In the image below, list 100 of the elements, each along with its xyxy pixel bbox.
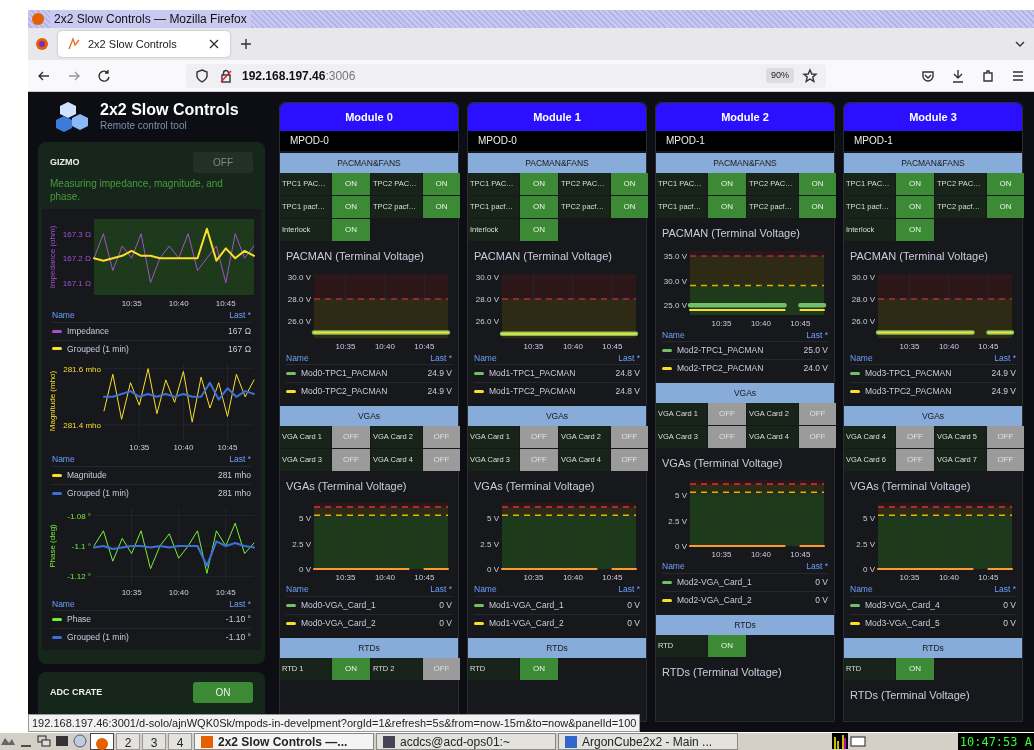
supply-label: MPOD-0 <box>280 131 458 151</box>
app-title: 2x2 Slow Controls <box>100 100 239 119</box>
supply-label: MPOD-1 <box>656 131 834 151</box>
axis-label: 30.0 V <box>851 272 875 282</box>
axis-label: 10:35 <box>711 550 732 560</box>
legend-value: 24.9 V <box>991 367 1016 380</box>
axis-label: 25.0 V <box>663 300 687 310</box>
axis-label: 10:40 <box>562 573 583 583</box>
section-header: PACMAN&FANS <box>844 153 1022 173</box>
section-header: RTDs <box>844 637 1022 658</box>
axis-label: 10:40 <box>168 299 189 308</box>
panel-title: PACMAN (Terminal Voltage) <box>285 249 425 264</box>
axis-label: -1.08 ° <box>67 511 91 521</box>
axis-label: 28.0 V <box>851 294 875 304</box>
module-header: Module 0 <box>280 103 458 131</box>
axis-label: 10:45 <box>790 318 811 328</box>
axis-label: 10:35 <box>899 573 920 583</box>
axis-label: 26.0 V <box>287 316 311 326</box>
axis-label: 10:45 <box>414 341 435 351</box>
legend-value: -1.10 ° <box>225 613 251 626</box>
legend-value: 24.8 V <box>615 385 640 398</box>
card-description: Measuring impedance, magnitude, and phase. <box>49 177 224 204</box>
legend-value: 25.0 V <box>803 344 828 357</box>
supply-label: MPOD-1 <box>844 131 1022 151</box>
axis-label: -1.1 ° <box>71 541 91 551</box>
axis-label: 30.0 V <box>287 272 311 282</box>
panel-title: VGAs (Terminal Voltage) <box>285 478 408 494</box>
axis-label: 10:40 <box>562 341 583 351</box>
legend-value: 0 V <box>815 593 828 607</box>
axis-label: 281.6 mho <box>63 364 101 374</box>
legend-value: 24.0 V <box>803 362 828 375</box>
url-text: 192.168.197.46:3006 <box>242 67 356 85</box>
clock: 10:47:53 A <box>957 733 1034 750</box>
axis-label: 10:40 <box>173 443 194 453</box>
axis-label: 10:35 <box>899 341 920 351</box>
legend-value: 0 V <box>815 576 828 589</box>
axis-label: 2.5 V <box>856 539 875 549</box>
axis-label: 10:40 <box>938 341 959 351</box>
card-title: ADC CRATE <box>50 685 103 699</box>
axis-label: 26.0 V <box>851 316 875 326</box>
panel-title: VGAs (Terminal Voltage) <box>849 478 972 494</box>
axis-label: 10:40 <box>938 573 959 583</box>
axis-label: 5 V <box>863 514 875 524</box>
legend-value: 0 V <box>439 616 452 630</box>
axis-label: 30.0 V <box>663 276 687 286</box>
legend-value: 24.9 V <box>991 385 1016 398</box>
axis-label: 10:45 <box>978 341 999 351</box>
section-header: VGAs <box>844 405 1022 426</box>
section-header: PACMAN&FANS <box>468 153 646 173</box>
panel-title: VGAs (Terminal Voltage) <box>473 478 596 494</box>
panel-title: PACMAN (Terminal Voltage) <box>473 249 613 264</box>
axis-label: 10:35 <box>121 299 142 308</box>
axis-label: 10:45 <box>215 587 236 597</box>
axis-label: 10:35 <box>121 587 142 597</box>
axis-label: 10:40 <box>168 587 189 597</box>
section-header: RTDs <box>468 637 646 658</box>
section-header: RTDs <box>280 637 458 658</box>
axis-label: 10:40 <box>750 318 771 328</box>
axis-label: 167.2 Ω <box>62 254 91 264</box>
axis-label: 167.3 Ω <box>62 229 91 239</box>
axis-label: 35.0 V <box>663 251 687 261</box>
axis-label: 0 V <box>487 565 499 575</box>
legend-value: 167 Ω <box>228 342 251 356</box>
panel-title: VGAs (Terminal Voltage) <box>661 455 784 471</box>
card-title: GIZMO <box>50 155 80 169</box>
axis-label: 10:40 <box>374 573 395 583</box>
panel-title: RTDs (Terminal Voltage) <box>661 664 783 680</box>
axis-label: 167.1 Ω <box>62 278 91 288</box>
legend-value: 24.9 V <box>427 367 452 380</box>
axis-label: 10:40 <box>374 341 395 351</box>
section-header: PACMAN&FANS <box>656 153 834 173</box>
axis-label: 0 V <box>863 565 875 575</box>
axis-label: 10:35 <box>711 318 732 328</box>
section-header: VGAs <box>280 405 458 426</box>
legend-value: -1.10 ° <box>225 631 251 644</box>
legend-value: 281 mho <box>217 486 251 500</box>
axis-label: 28.0 V <box>475 294 499 304</box>
axis-label: 10:45 <box>215 299 236 308</box>
legend-value: 281 mho <box>217 469 251 482</box>
axis-label: 0 V <box>299 565 311 575</box>
axis-label: 10:35 <box>129 443 150 453</box>
axis-label: -1.12 ° <box>67 571 91 581</box>
axis-label: 10:45 <box>978 573 999 583</box>
legend-value: 0 V <box>1003 616 1016 630</box>
panel-title: PACMAN (Terminal Voltage) <box>849 249 989 264</box>
module-header: Module 1 <box>468 103 646 131</box>
axis-label: 2.5 V <box>668 516 687 526</box>
axis-label: 5 V <box>487 514 499 524</box>
axis-title: Magnitude (mho) <box>48 371 57 432</box>
axis-label: 2.5 V <box>292 539 311 549</box>
axis-label: 5 V <box>675 491 687 501</box>
axis-label: 2.5 V <box>480 539 499 549</box>
axis-label: 281.4 mho <box>63 421 101 431</box>
module-header: Module 3 <box>844 103 1022 131</box>
axis-label: 10:40 <box>750 550 771 560</box>
legend-value: 0 V <box>627 616 640 630</box>
axis-label: 26.0 V <box>475 316 499 326</box>
status-url: 192.168.197.46:3001/d-solo/ajnWQK0Sk/mpods-in-develpment?orgId=1&refresh=5s&from=now-15m&to=now&panelId=100 <box>28 713 641 732</box>
axis-label: 10:45 <box>602 341 623 351</box>
axis-label: 0 V <box>675 542 687 552</box>
